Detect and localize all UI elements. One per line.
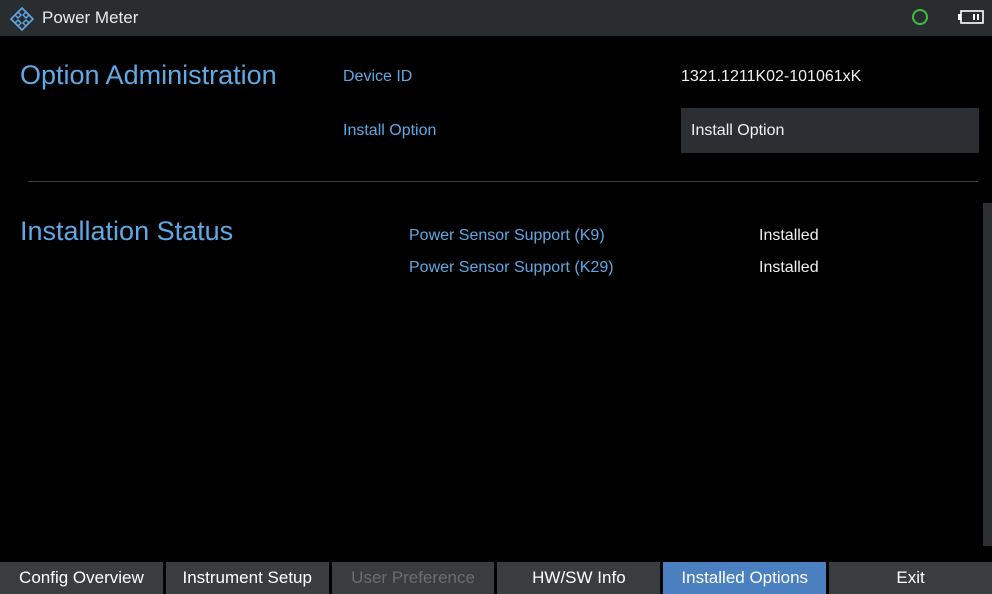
softkey-user-preference: User Preference <box>331 562 495 594</box>
softkey-config-overview[interactable]: Config Overview <box>0 562 163 594</box>
rohde-schwarz-diamond-logo-icon <box>10 7 34 31</box>
device-id-label: Device ID <box>343 68 413 85</box>
status-circle-icon <box>912 9 928 25</box>
app-title: Power Meter <box>42 8 139 27</box>
installed-option-status: Installed <box>759 227 819 244</box>
install-option-label: Install Option <box>343 122 437 139</box>
installed-option-name: Power Sensor Support (K9) <box>409 227 605 244</box>
softkey-hw-sw-info[interactable]: HW/SW Info <box>497 562 661 594</box>
install-option-button[interactable]: Install Option <box>681 108 979 153</box>
softkey-installed-options[interactable]: Installed Options <box>663 562 827 594</box>
installed-option-status: Installed <box>759 259 819 276</box>
section-divider <box>28 181 978 182</box>
softkey-bar: Config Overview Instrument Setup User Pr… <box>0 562 992 594</box>
softkey-instrument-setup[interactable]: Instrument Setup <box>165 562 329 594</box>
installed-option-name: Power Sensor Support (K29) <box>409 259 614 276</box>
battery-icon <box>958 10 984 24</box>
option-administration-heading: Option Administration <box>20 60 277 90</box>
title-bar: Power Meter <box>0 0 992 36</box>
device-id-value: 1321.1211K02-101061xK <box>681 68 862 85</box>
vertical-scrollbar[interactable] <box>983 203 992 546</box>
softkey-exit[interactable]: Exit <box>829 562 992 594</box>
installation-status-heading: Installation Status <box>20 216 234 246</box>
